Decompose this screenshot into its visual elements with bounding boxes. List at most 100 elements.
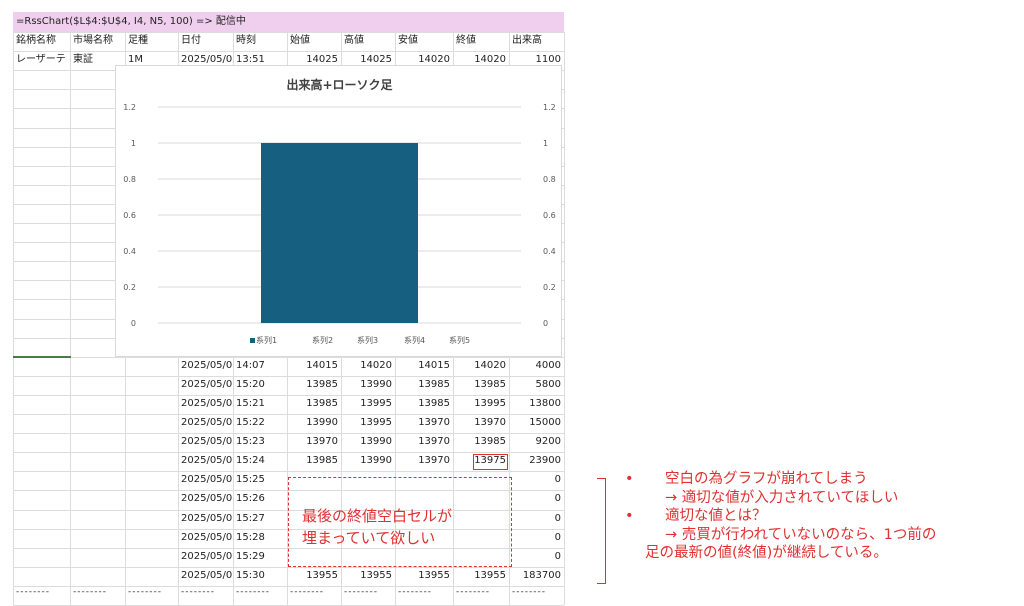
table-cell[interactable]: 2025/05/0	[178, 357, 233, 375]
y-tick-label: 0.4	[123, 247, 136, 256]
table-cell[interactable]: 13970	[395, 452, 453, 470]
table-cell[interactable]: 0	[509, 529, 564, 547]
dash-cell: --------	[456, 587, 490, 597]
table-cell[interactable]: レーザーテ	[13, 51, 70, 69]
column-header[interactable]: 銘柄名称	[13, 32, 70, 50]
table-cell[interactable]: 14:07	[233, 357, 287, 375]
table-cell[interactable]: 2025/05/0	[178, 529, 233, 547]
comment-line: 足の最新の値(終値)が継続している。	[615, 544, 1015, 563]
y-tick-label: 0.8	[123, 175, 136, 184]
legend-label: 系列1	[256, 335, 277, 345]
table-cell[interactable]: 0	[509, 490, 564, 508]
table-cell[interactable]: 13970	[287, 433, 341, 451]
table-cell[interactable]: 2025/05/0	[178, 433, 233, 451]
table-cell[interactable]: 13995	[341, 395, 395, 413]
y2-tick-label: 0.8	[543, 175, 556, 184]
column-header[interactable]: 出来高	[509, 32, 564, 50]
table-cell[interactable]: 2025/05/0	[178, 452, 233, 470]
table-cell[interactable]: 13970	[395, 414, 453, 432]
table-cell[interactable]: 13995	[341, 414, 395, 432]
table-cell[interactable]: 13985	[287, 452, 341, 470]
comment-text: 空白の為グラフが崩れてしまう	[665, 471, 868, 487]
column-gridline	[70, 32, 71, 605]
column-gridline	[13, 32, 14, 605]
annotation-comment: • 空白の為グラフが崩れてしまう → 適切な値が入力されていてほしい • 適切な値とは？…	[615, 470, 1015, 563]
table-cell[interactable]: 15:22	[233, 414, 287, 432]
table-cell[interactable]: 2025/05/0	[178, 510, 233, 528]
column-header[interactable]: 高値	[341, 32, 395, 50]
column-header[interactable]: 始値	[287, 32, 341, 50]
table-cell[interactable]: 13990	[287, 414, 341, 432]
table-cell[interactable]: 13970	[453, 414, 509, 432]
table-cell[interactable]: 2025/05/0	[178, 548, 233, 566]
dash-cell: --------	[512, 587, 546, 597]
table-cell[interactable]: 2025/05/0	[178, 567, 233, 585]
table-cell[interactable]: 2025/05/0	[178, 414, 233, 432]
table-cell[interactable]: 13985	[287, 376, 341, 394]
table-cell[interactable]: 14015	[395, 357, 453, 375]
y-tick-label: 1.2	[123, 103, 136, 112]
table-cell[interactable]: 13955	[341, 567, 395, 585]
table-cell[interactable]: 13985	[453, 376, 509, 394]
table-cell[interactable]: 2025/05/0	[178, 490, 233, 508]
y2-tick-label: 0	[543, 319, 548, 328]
table-cell[interactable]: 13995	[453, 395, 509, 413]
table-cell[interactable]: 13800	[509, 395, 564, 413]
column-header[interactable]: 足種	[125, 32, 178, 50]
table-cell[interactable]: 13955	[453, 567, 509, 585]
comment-line: • 適切な値とは？	[615, 507, 1015, 526]
volume-candlestick-chart[interactable]: 0 0 0.2 0.2 0.4 0.4 0.6 0.6 0.8 0.8 1 1 1.2 1.2 系列1 系列2…	[115, 65, 562, 357]
table-cell[interactable]: 2025/05/0	[178, 471, 233, 489]
table-cell[interactable]: 13970	[395, 433, 453, 451]
column-header[interactable]: 市場名称	[70, 32, 125, 50]
table-cell[interactable]: 15:24	[233, 452, 287, 470]
table-cell[interactable]: 14015	[287, 357, 341, 375]
table-cell[interactable]: 15000	[509, 414, 564, 432]
table-cell[interactable]: 13990	[341, 376, 395, 394]
table-cell[interactable]: 23900	[509, 452, 564, 470]
table-cell[interactable]: 2025/05/0	[178, 376, 233, 394]
column-header[interactable]: 終値	[453, 32, 509, 50]
table-cell[interactable]: 13955	[287, 567, 341, 585]
y-tick-label: 0.6	[123, 211, 136, 220]
dash-cell: --------	[344, 587, 378, 597]
comment-text: → 売買が行われていないのなら、1つ前の	[665, 526, 937, 543]
dash-cell: --------	[73, 587, 107, 597]
column-header[interactable]: 安値	[395, 32, 453, 50]
table-cell[interactable]: 15:26	[233, 490, 287, 508]
y-tick-label: 0.2	[123, 283, 136, 292]
table-cell[interactable]: 0	[509, 471, 564, 489]
table-cell[interactable]: 13955	[395, 567, 453, 585]
table-cell[interactable]: 15:21	[233, 395, 287, 413]
table-cell[interactable]: 15:29	[233, 548, 287, 566]
formula-cell[interactable]: =RssChart($L$4:$U$4, I4, N5, 100) => 配信中	[13, 12, 564, 32]
table-cell[interactable]: 15:28	[233, 529, 287, 547]
table-cell[interactable]: 15:23	[233, 433, 287, 451]
table-cell[interactable]: 13990	[341, 433, 395, 451]
table-cell[interactable]: 15:27	[233, 510, 287, 528]
table-cell[interactable]: 0	[509, 548, 564, 566]
table-cell[interactable]: 13985	[395, 376, 453, 394]
table-cell[interactable]: 13985	[287, 395, 341, 413]
table-cell[interactable]: 0	[509, 510, 564, 528]
table-cell[interactable]: 13985	[453, 433, 509, 451]
table-cell[interactable]: 9200	[509, 433, 564, 451]
y-tick-label: 1	[131, 139, 136, 148]
table-cell[interactable]: 15:20	[233, 376, 287, 394]
table-cell[interactable]: 15:25	[233, 471, 287, 489]
column-header[interactable]: 日付	[178, 32, 233, 50]
dash-cell: --------	[398, 587, 432, 597]
table-cell[interactable]: 15:30	[233, 567, 287, 585]
table-cell[interactable]: 4000	[509, 357, 564, 375]
table-cell[interactable]: 13985	[395, 395, 453, 413]
table-cell[interactable]: 183700	[509, 567, 564, 585]
table-cell[interactable]: 2025/05/0	[178, 395, 233, 413]
column-header[interactable]: 時刻	[233, 32, 287, 50]
dash-cell: --------	[290, 587, 324, 597]
chart-title: 出来高+ローソク足	[286, 78, 393, 92]
table-cell[interactable]: 14020	[453, 357, 509, 375]
annotation-line: 埋まっていて欲しい	[302, 529, 436, 547]
table-cell[interactable]: 14020	[341, 357, 395, 375]
table-cell[interactable]: 5800	[509, 376, 564, 394]
table-cell[interactable]: 13990	[341, 452, 395, 470]
